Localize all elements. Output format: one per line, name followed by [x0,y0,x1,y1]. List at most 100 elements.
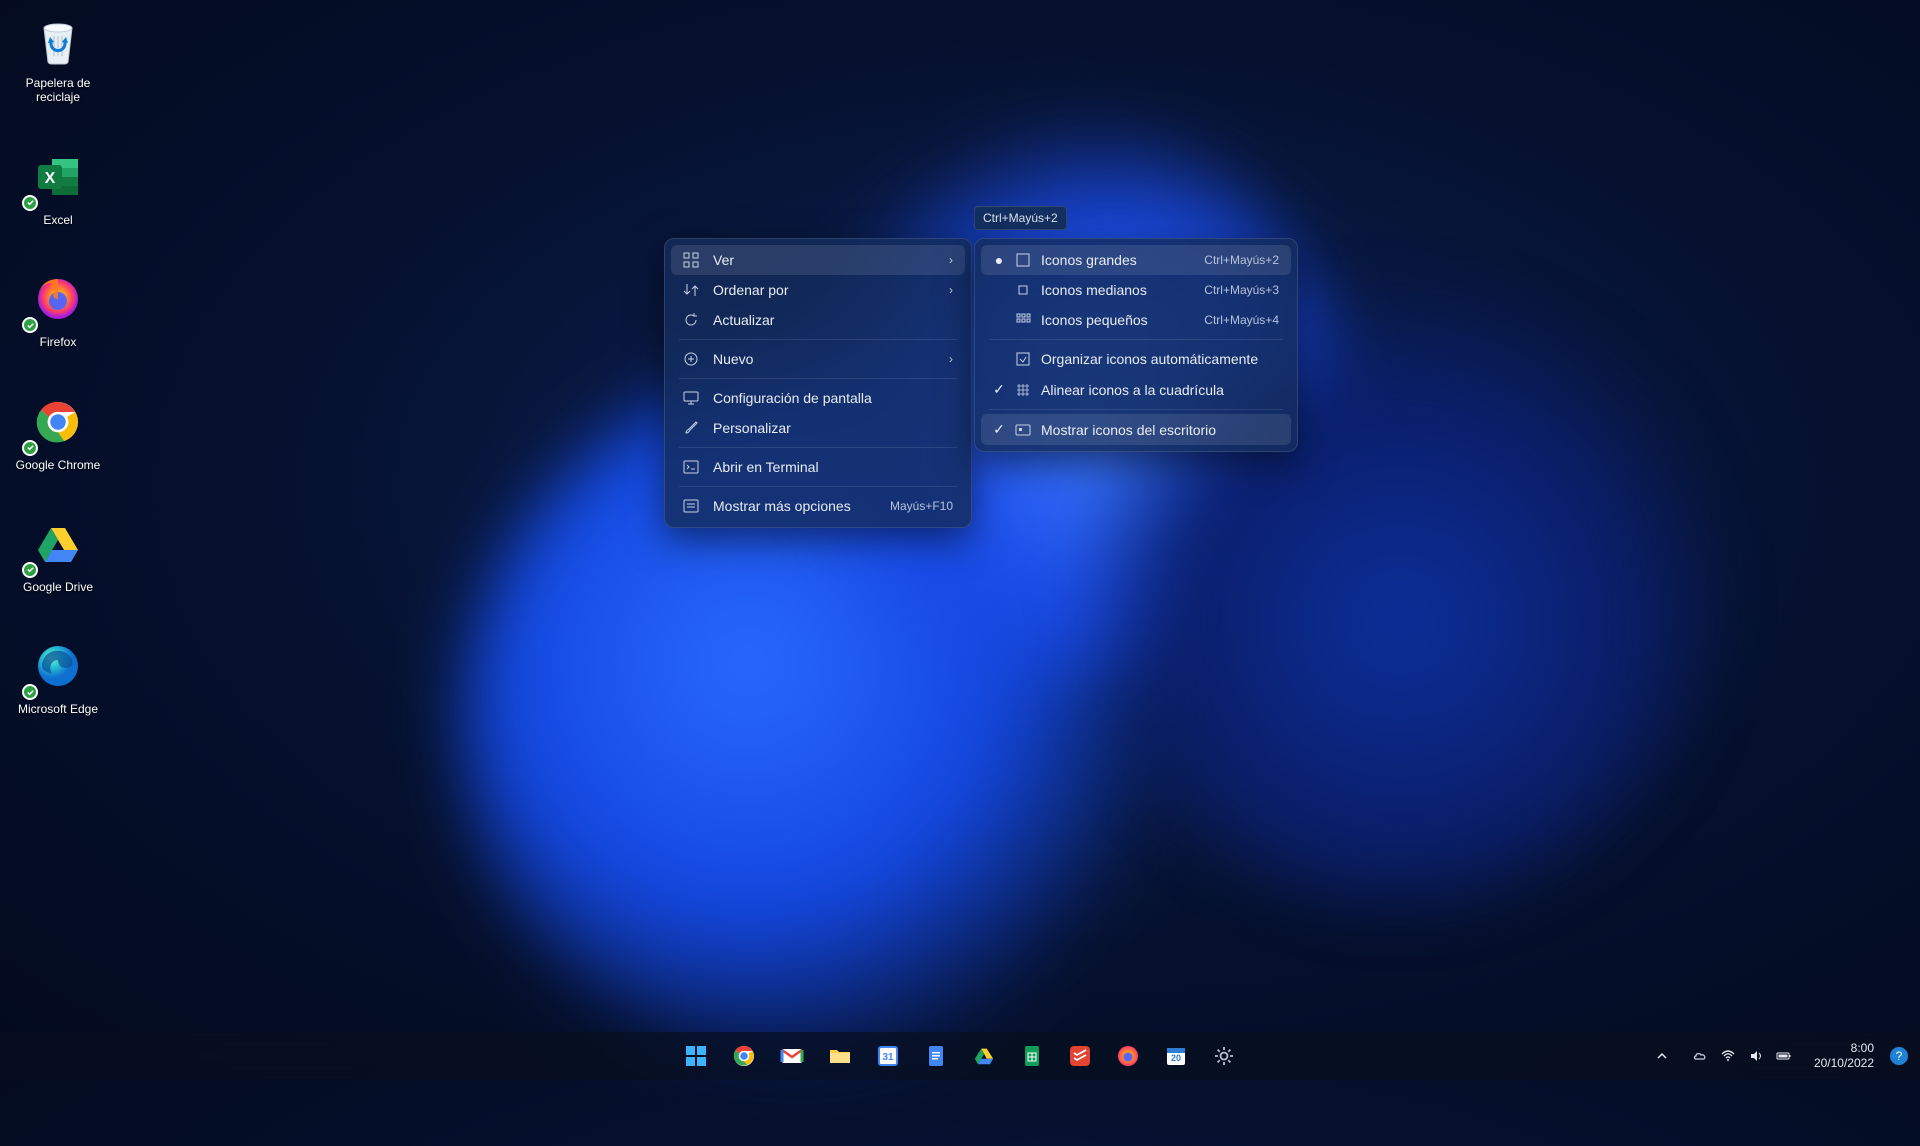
chevron-right-icon: › [949,352,953,366]
shortcut-label: Ctrl+Mayús+2 [1204,253,1279,267]
desktop-icon-grid: Papelera de reciclaje X Excel Firefox Go… [8,8,108,757]
desktop-icon-label: Firefox [40,335,77,349]
taskbar-app-firefox[interactable] [1108,1036,1148,1076]
tray-overflow-button[interactable] [1648,1036,1676,1076]
context-item-nuevo[interactable]: Nuevo › [671,344,965,374]
context-item-label: Ver [713,252,935,268]
onedrive-tray-icon[interactable] [1692,1048,1708,1064]
submenu-item-align-grid[interactable]: ✓ Alinear iconos a la cuadrícula [981,374,1291,405]
desktop-icon-chrome[interactable]: Google Chrome [8,390,108,472]
context-item-ordenar[interactable]: Ordenar por › [671,275,965,305]
desktop-icon-firefox[interactable]: Firefox [8,267,108,349]
separator [679,339,957,340]
desktop-icon-label: Papelera de reciclaje [8,76,108,105]
separator [679,486,957,487]
separator [679,378,957,379]
desktop-icon-edge[interactable]: Microsoft Edge [8,634,108,716]
taskbar-app-settings[interactable] [1204,1036,1244,1076]
tooltip: Ctrl+Mayús+2 [974,206,1067,230]
context-item-ver[interactable]: Ver › [671,245,965,275]
separator [679,447,957,448]
context-item-label: Configuración de pantalla [713,390,953,406]
taskbar-app-calendar2[interactable]: 20 [1156,1036,1196,1076]
desktop-icon-label: Google Drive [23,580,93,594]
taskbar-app-chrome[interactable] [724,1036,764,1076]
context-item-label: Abrir en Terminal [713,459,953,475]
submenu-item-label: Organizar iconos automáticamente [1041,351,1279,367]
context-item-label: Actualizar [713,312,953,328]
submenu-item-label: Iconos grandes [1041,252,1194,268]
context-item-label: Mostrar más opciones [713,498,876,514]
context-item-actualizar[interactable]: Actualizar [671,305,965,335]
recycle-bin-icon [26,8,90,72]
desktop-icon-recycle-bin[interactable]: Papelera de reciclaje [8,8,108,105]
submenu-item-show-desktop-icons[interactable]: ✓ Mostrar iconos del escritorio [981,414,1291,445]
taskbar-clock[interactable]: 8:00 20/10/2022 [1808,1041,1880,1071]
show-desktop-icon [1015,422,1031,438]
shortcut-label: Ctrl+Mayús+4 [1204,313,1279,327]
sync-badge-icon [22,317,38,333]
submenu-item-iconos-medianos[interactable]: Iconos medianos Ctrl+Mayús+3 [981,275,1291,305]
desktop-icon-drive[interactable]: Google Drive [8,512,108,594]
context-item-personalizar[interactable]: Personalizar [671,413,965,443]
auto-arrange-icon [1015,351,1031,367]
taskbar-tray: 8:00 20/10/2022 ? [1648,1036,1908,1076]
submenu-item-label: Mostrar iconos del escritorio [1041,422,1279,438]
submenu-item-label: Alinear iconos a la cuadrícula [1041,382,1279,398]
battery-tray-icon[interactable] [1776,1048,1792,1064]
clock-time: 8:00 [1814,1041,1874,1056]
plus-icon [683,351,699,367]
desktop-icon-label: Google Chrome [16,458,101,472]
submenu-item-label: Iconos medianos [1041,282,1194,298]
align-grid-icon [1015,382,1031,398]
radio-check-icon: ● [993,252,1005,268]
large-icons-icon [1015,252,1031,268]
desktop-icon-label: Microsoft Edge [18,702,98,716]
taskbar-app-gdocs[interactable] [916,1036,956,1076]
context-submenu-ver: ● Iconos grandes Ctrl+Mayús+2 Iconos med… [974,238,1298,452]
context-item-label: Ordenar por [713,282,935,298]
taskbar-app-todoist[interactable] [1060,1036,1100,1076]
svg-text:31: 31 [882,1052,894,1063]
clock-date: 20/10/2022 [1814,1056,1874,1071]
desktop-icon-excel[interactable]: X Excel [8,145,108,227]
edge-icon [26,634,90,698]
context-item-more-options[interactable]: Mostrar más opciones Mayús+F10 [671,491,965,521]
help-badge[interactable]: ? [1890,1047,1908,1065]
volume-tray-icon[interactable] [1748,1048,1764,1064]
context-item-display-settings[interactable]: Configuración de pantalla [671,383,965,413]
context-item-label: Nuevo [713,351,935,367]
medium-icons-icon [1015,282,1031,298]
firefox-icon [26,267,90,331]
taskbar-app-gsheets[interactable] [1012,1036,1052,1076]
taskbar-app-gmail[interactable] [772,1036,812,1076]
submenu-item-iconos-grandes[interactable]: ● Iconos grandes Ctrl+Mayús+2 [981,245,1291,275]
context-item-terminal[interactable]: Abrir en Terminal [671,452,965,482]
grid-icon [683,252,699,268]
wifi-tray-icon[interactable] [1720,1048,1736,1064]
submenu-item-label: Iconos pequeños [1041,312,1194,328]
taskbar-app-gdrive[interactable] [964,1036,1004,1076]
sync-badge-icon [22,440,38,456]
taskbar-app-gcalendar[interactable]: 31 [868,1036,908,1076]
sync-badge-icon [22,684,38,700]
submenu-item-auto-arrange[interactable]: Organizar iconos automáticamente [981,344,1291,374]
taskbar-app-explorer[interactable] [820,1036,860,1076]
drive-icon [26,512,90,576]
chevron-right-icon: › [949,283,953,297]
submenu-item-iconos-pequenos[interactable]: Iconos pequeños Ctrl+Mayús+4 [981,305,1291,335]
context-item-label: Personalizar [713,420,953,436]
check-icon: ✓ [993,381,1005,398]
sort-icon [683,282,699,298]
more-icon [683,498,699,514]
sync-badge-icon [22,195,38,211]
separator [989,339,1283,340]
start-button[interactable] [676,1036,716,1076]
taskbar-center: 31 20 [676,1036,1244,1076]
shortcut-label: Mayús+F10 [890,499,953,513]
desktop-icon-label: Excel [43,213,72,227]
shortcut-label: Ctrl+Mayús+3 [1204,283,1279,297]
taskbar: 31 20 8:00 20/10/2022 ? [0,1032,1920,1080]
excel-icon: X [26,145,90,209]
sync-badge-icon [22,562,38,578]
